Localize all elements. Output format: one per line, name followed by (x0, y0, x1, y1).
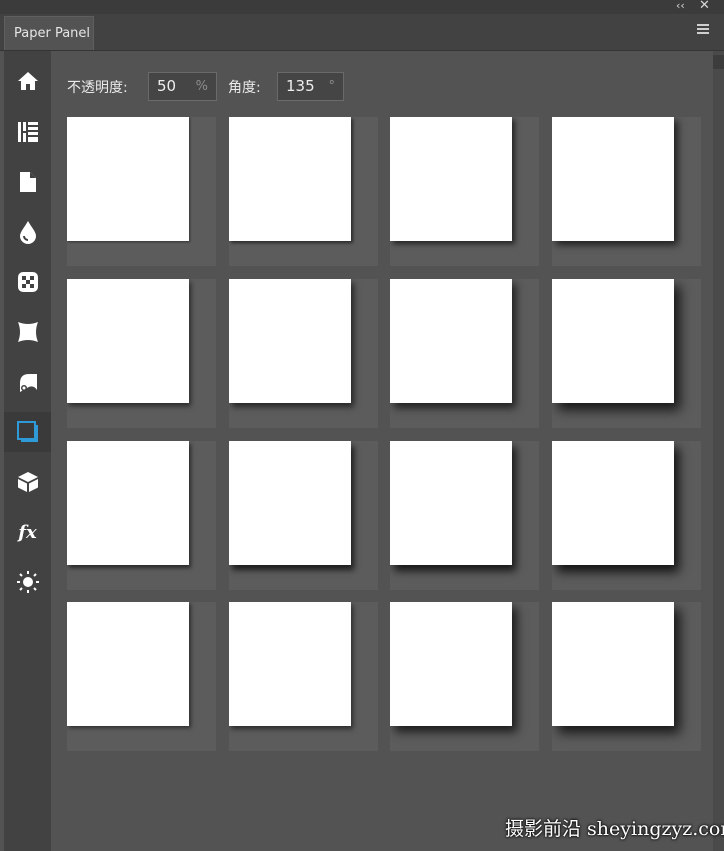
drop-icon (19, 221, 36, 244)
cube-icon (17, 472, 38, 492)
toolbar-home[interactable] (4, 61, 51, 101)
angle-unit: ° (328, 79, 336, 94)
toolbar-drop[interactable] (4, 212, 51, 252)
left-toolbar: fx (4, 51, 51, 851)
curl-icon (19, 374, 37, 392)
shadow-preset-1[interactable] (67, 117, 216, 266)
shadow-preset-6[interactable] (229, 279, 378, 428)
shadow-preset-14[interactable] (229, 602, 378, 751)
collapse-panel-button[interactable]: ‹‹ (676, 0, 685, 13)
watermark-text: 摄影前沿 sheyingzyz.com (505, 818, 724, 840)
pattern-icon (17, 272, 38, 292)
shadow-preset-9[interactable] (67, 441, 216, 590)
panel-right-edge (713, 51, 724, 851)
panel-menu-icon[interactable] (697, 24, 709, 36)
opacity-label: 不透明度: (67, 80, 128, 96)
opacity-unit: % (195, 79, 208, 94)
toolbar-pattern[interactable] (4, 262, 51, 302)
angle-input[interactable]: 135 ° (277, 72, 344, 101)
angle-label: 角度: (228, 80, 261, 96)
shadow-preset-13[interactable] (67, 602, 216, 751)
panel-tab-bar: Paper Panel (0, 14, 724, 51)
shadow-preset-8[interactable] (552, 279, 701, 428)
shadow-preset-3[interactable] (390, 117, 539, 266)
opacity-input[interactable]: 50 % (148, 72, 217, 101)
toolbar-fx[interactable]: fx (4, 512, 51, 552)
texture-grid-icon (17, 122, 38, 142)
home-icon (17, 72, 38, 90)
angle-value: 135 (286, 77, 315, 95)
shadow-preset-11[interactable] (390, 441, 539, 590)
toolbar-cube[interactable] (4, 462, 51, 502)
shadow-preset-4[interactable] (552, 117, 701, 266)
window-titlebar: ‹‹ ✕ (0, 0, 724, 14)
sun-icon (16, 571, 39, 593)
shadow-preset-2[interactable] (229, 117, 378, 266)
toolbar-sun[interactable] (4, 562, 51, 602)
toolbar-texture-grid[interactable] (4, 112, 51, 152)
opacity-value: 50 (157, 77, 177, 95)
toolbar-curl[interactable] (4, 362, 51, 402)
shadow-preset-10[interactable] (229, 441, 378, 590)
document-icon (19, 172, 36, 192)
shadow-square-icon (16, 421, 38, 442)
tab-paper-panel[interactable]: Paper Panel (4, 16, 94, 50)
shadow-preset-12[interactable] (552, 441, 701, 590)
close-panel-button[interactable]: ✕ (699, 0, 710, 13)
toolbar-document[interactable] (4, 162, 51, 202)
warp-icon (17, 322, 38, 342)
shadow-preset-16[interactable] (552, 602, 701, 751)
shadow-preset-15[interactable] (390, 602, 539, 751)
toolbar-warp[interactable] (4, 312, 51, 352)
toolbar-shadow-square[interactable] (4, 412, 51, 452)
fx-icon: fx (18, 521, 37, 543)
shadow-preset-5[interactable] (67, 279, 216, 428)
shadow-preset-7[interactable] (390, 279, 539, 428)
